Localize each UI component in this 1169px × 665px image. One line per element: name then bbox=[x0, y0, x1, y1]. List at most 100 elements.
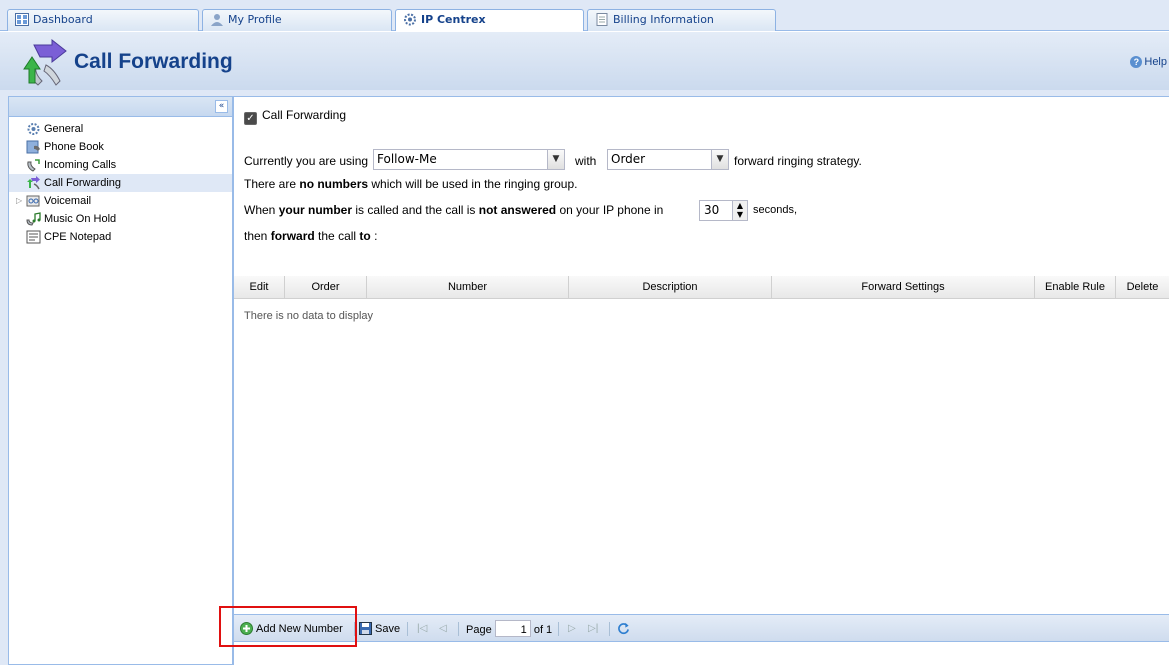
tab-ip-centrex[interactable]: IP Centrex bbox=[395, 9, 584, 32]
column-header-description[interactable]: Description bbox=[569, 276, 772, 299]
page-label: Page bbox=[466, 624, 492, 636]
with-label: with bbox=[575, 154, 597, 168]
text-fragment-bold: to bbox=[359, 229, 371, 243]
call-forwarding-checkbox[interactable]: ✓ bbox=[244, 112, 257, 125]
refresh-button[interactable] bbox=[617, 620, 633, 638]
toolbar-divider bbox=[609, 622, 610, 636]
incoming-call-icon bbox=[27, 159, 40, 172]
text-fragment-bold: forward bbox=[270, 229, 315, 243]
sidebar-item-cpe-notepad[interactable]: CPE Notepad bbox=[9, 228, 232, 246]
spinner-arrows-icon[interactable]: ▲ ▼ bbox=[732, 201, 747, 220]
first-page-icon[interactable]: |◁ bbox=[417, 620, 427, 638]
column-header-order[interactable]: Order bbox=[285, 276, 367, 299]
toolbar-divider bbox=[458, 622, 459, 636]
user-icon bbox=[211, 14, 223, 26]
sidebar-nav: General Phone Book Incoming Calls Call F… bbox=[9, 117, 232, 246]
sidebar-item-label: Music On Hold bbox=[44, 213, 117, 225]
last-page-icon[interactable]: ▷| bbox=[588, 620, 598, 638]
sidebar-item-voicemail[interactable]: ▷ Voicemail bbox=[9, 192, 232, 210]
text-fragment: is called and the call is bbox=[352, 203, 479, 217]
sidebar-item-label: Voicemail bbox=[44, 195, 92, 207]
sidebar-item-music-on-hold[interactable]: Music On Hold bbox=[9, 210, 232, 228]
sidebar-item-label: General bbox=[44, 123, 84, 135]
page-header: Call Forwarding ? Help bbox=[0, 31, 1169, 90]
tab-label: IP Centrex bbox=[421, 13, 486, 26]
toolbar-divider bbox=[407, 622, 408, 636]
sidebar-item-label: Call Forwarding bbox=[44, 177, 122, 189]
sidebar: « General Phone Book Incoming Calls Call… bbox=[8, 96, 233, 665]
sidebar-item-label: Phone Book bbox=[44, 141, 104, 153]
notepad-icon bbox=[26, 230, 41, 244]
strategy-prefix: Currently you are using bbox=[244, 154, 369, 168]
text-fragment: then bbox=[244, 229, 271, 243]
document-icon bbox=[596, 13, 608, 26]
help-button[interactable]: ? Help bbox=[1130, 56, 1167, 68]
gear-icon bbox=[27, 123, 40, 135]
sidebar-header: « bbox=[9, 97, 232, 117]
seconds-label: seconds, bbox=[753, 204, 798, 216]
tab-billing-information[interactable]: Billing Information bbox=[587, 9, 776, 31]
tab-label: Dashboard bbox=[33, 13, 93, 26]
column-header-forward-settings[interactable]: Forward Settings bbox=[772, 276, 1035, 299]
tab-dashboard[interactable]: Dashboard bbox=[7, 9, 199, 31]
top-tab-bar: Dashboard My Profile IP Centrex Billing … bbox=[0, 0, 1169, 32]
sidebar-item-label: CPE Notepad bbox=[44, 231, 112, 243]
toolbar-divider bbox=[558, 622, 559, 636]
sidebar-item-general[interactable]: General bbox=[9, 120, 232, 138]
page-title: Call Forwarding bbox=[74, 50, 233, 73]
save-icon bbox=[359, 622, 372, 635]
bottom-toolbar: Add New Number Save |◁ ◁ Page 1 of 1 ▷ ▷… bbox=[234, 614, 1169, 642]
strategy-suffix: forward ringing strategy. bbox=[734, 154, 862, 168]
tab-label: Billing Information bbox=[613, 13, 714, 26]
seconds-spinner[interactable]: 30 ▲ ▼ bbox=[699, 200, 748, 221]
refresh-icon bbox=[618, 622, 629, 635]
expand-arrow-icon[interactable]: ▷ bbox=[16, 192, 22, 210]
text-fragment: There are bbox=[244, 177, 300, 191]
sidebar-item-phone-book[interactable]: Phone Book bbox=[9, 138, 232, 156]
save-button[interactable]: Save bbox=[359, 620, 400, 638]
phone-book-icon bbox=[26, 140, 40, 154]
strategy-select[interactable]: Follow-Me ▼ bbox=[373, 149, 565, 170]
help-label: Help bbox=[1144, 56, 1167, 68]
gear-icon bbox=[404, 13, 416, 26]
not-answered-text: When your number is called and the call … bbox=[244, 203, 663, 217]
strategy-select-value: Follow-Me bbox=[377, 152, 437, 166]
order-select[interactable]: Order ▼ bbox=[607, 149, 729, 170]
column-header-edit[interactable]: Edit bbox=[234, 276, 285, 299]
tab-my-profile[interactable]: My Profile bbox=[202, 9, 392, 31]
order-select-value: Order bbox=[611, 152, 646, 166]
previous-page-icon[interactable]: ◁ bbox=[439, 620, 447, 638]
highlight-box bbox=[219, 606, 357, 647]
sidebar-item-label: Incoming Calls bbox=[44, 159, 117, 171]
column-header-delete[interactable]: Delete bbox=[1116, 276, 1169, 299]
text-fragment: : bbox=[370, 229, 378, 243]
forward-to-text: then forward the call to : bbox=[244, 229, 377, 243]
sidebar-item-call-forwarding[interactable]: Call Forwarding bbox=[9, 174, 232, 192]
text-fragment: which will be used in the ringing group. bbox=[368, 177, 578, 191]
column-header-number[interactable]: Number bbox=[367, 276, 569, 299]
next-page-icon[interactable]: ▷ bbox=[568, 620, 576, 638]
chevron-down-icon[interactable]: ▼ bbox=[547, 150, 564, 169]
main-panel: ✓ Call Forwarding Currently you are using… bbox=[233, 96, 1169, 665]
text-fragment: the call bbox=[314, 229, 360, 243]
pager: Page 1 of 1 bbox=[466, 620, 552, 638]
call-forward-icon bbox=[27, 176, 40, 190]
column-header-enable-rule[interactable]: Enable Rule bbox=[1035, 276, 1116, 299]
grid-header: Edit Order Number Description Forward Se… bbox=[234, 276, 1169, 299]
music-icon bbox=[26, 212, 41, 226]
text-fragment-bold: no numbers bbox=[299, 177, 369, 191]
text-fragment-bold: your number bbox=[278, 203, 353, 217]
call-forward-icon bbox=[23, 39, 67, 86]
checkbox-label: Call Forwarding bbox=[262, 108, 347, 122]
sidebar-item-incoming-calls[interactable]: Incoming Calls bbox=[9, 156, 232, 174]
collapse-sidebar-button[interactable]: « bbox=[215, 100, 228, 113]
chevron-down-icon[interactable]: ▼ bbox=[711, 150, 728, 169]
ringing-group-text: There are no numbers which will be used … bbox=[244, 177, 578, 191]
text-fragment: When bbox=[244, 203, 279, 217]
save-label: Save bbox=[375, 623, 401, 635]
page-number-input[interactable]: 1 bbox=[494, 620, 531, 637]
call-forwarding-checkbox-row[interactable]: ✓ Call Forwarding bbox=[244, 108, 346, 125]
help-icon: ? bbox=[1130, 56, 1143, 68]
dashboard-icon bbox=[15, 13, 29, 26]
text-fragment: on your IP phone in bbox=[556, 203, 664, 217]
